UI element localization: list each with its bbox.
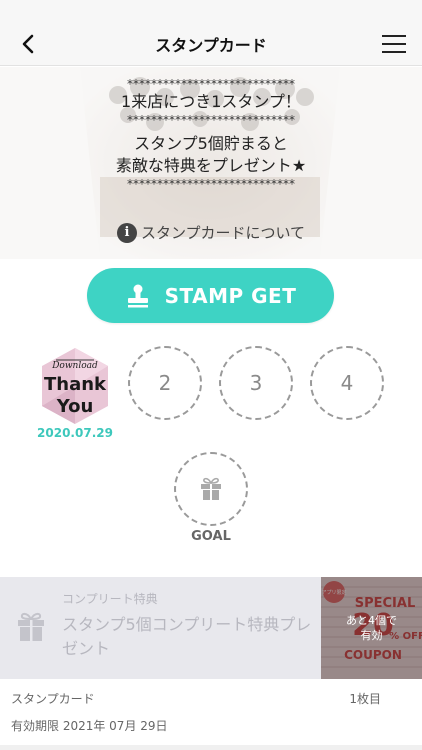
coupon-image: アプリ限定 SPECIAL 20 % OFF COUPON あと4個で 有効 <box>321 577 422 679</box>
gift-icon <box>18 612 44 641</box>
stamp-slot-3: 3 <box>219 346 293 420</box>
stamp-slot-2: 2 <box>128 346 202 420</box>
stars-divider: **************************** <box>127 77 295 91</box>
about-stamp-card-link[interactable]: i スタンプカードについて <box>0 222 422 243</box>
back-button[interactable] <box>14 30 42 58</box>
stamp-slot-4: 4 <box>310 346 384 420</box>
stamp-get-label: STAMP GET <box>164 283 297 308</box>
hero-banner: **************************** 1来店につき1スタンプ… <box>0 67 422 259</box>
bottom-bar <box>0 745 422 750</box>
thank-you-stamp: Download Thank You <box>42 348 108 424</box>
stamp-slot-1: Download Thank You <box>38 346 112 426</box>
stars-divider: **************************** <box>127 177 295 191</box>
overlay-line-1: あと4個で <box>346 614 397 627</box>
coupon-card[interactable]: コンプリート特典 スタンプ5個コンプリート特典プレゼント アプリ限定 SPECI… <box>0 577 422 679</box>
coupon-lock-overlay: あと4個で 有効 <box>321 577 422 679</box>
page-title: スタンプカード <box>155 35 267 55</box>
hero-line-1: 1来店につき1スタンプ！ <box>121 92 301 111</box>
goal-label: GOAL <box>191 529 231 544</box>
nav-header: スタンプカード <box>0 22 422 66</box>
gift-icon <box>201 477 221 500</box>
hero-line-3: 素敵な特典をプレゼント★ <box>115 156 307 175</box>
coupon-category: コンプリート特典 <box>62 592 158 606</box>
status-bar <box>0 0 422 22</box>
hero-message: **************************** 1来店につき1スタンプ… <box>0 77 422 191</box>
card-label: スタンプカード <box>11 692 95 706</box>
slot-number: 3 <box>249 371 263 395</box>
coupon-title: スタンプ5個コンプリート特典プレゼント <box>62 615 312 658</box>
hero-line-2: スタンプ5個貯まると <box>134 134 288 153</box>
stamp-logo-top: Download <box>51 361 98 371</box>
stamp-logo-line2: You <box>56 396 94 417</box>
stamp-slot-goal <box>174 452 248 526</box>
stars-divider: **************************** <box>127 113 295 127</box>
stamp-date: 2020.07.29 <box>37 426 113 440</box>
hamburger-icon <box>382 35 406 53</box>
overlay-line-2: 有効 <box>360 629 383 642</box>
slot-number: 2 <box>158 371 172 395</box>
about-link-label: スタンプカードについて <box>140 224 306 242</box>
card-count: 1枚目 <box>349 692 381 706</box>
info-icon: i <box>116 222 137 243</box>
slot-number: 4 <box>340 371 354 395</box>
stamp-logo-line1: Thank <box>44 374 107 395</box>
menu-button[interactable] <box>380 30 408 58</box>
chevron-left-icon <box>22 34 34 54</box>
stamp-get-button[interactable]: STAMP GET <box>87 268 334 323</box>
expiry-date: 有効期限 2021年 07月 29日 <box>11 719 168 733</box>
stamp-icon <box>127 284 148 307</box>
